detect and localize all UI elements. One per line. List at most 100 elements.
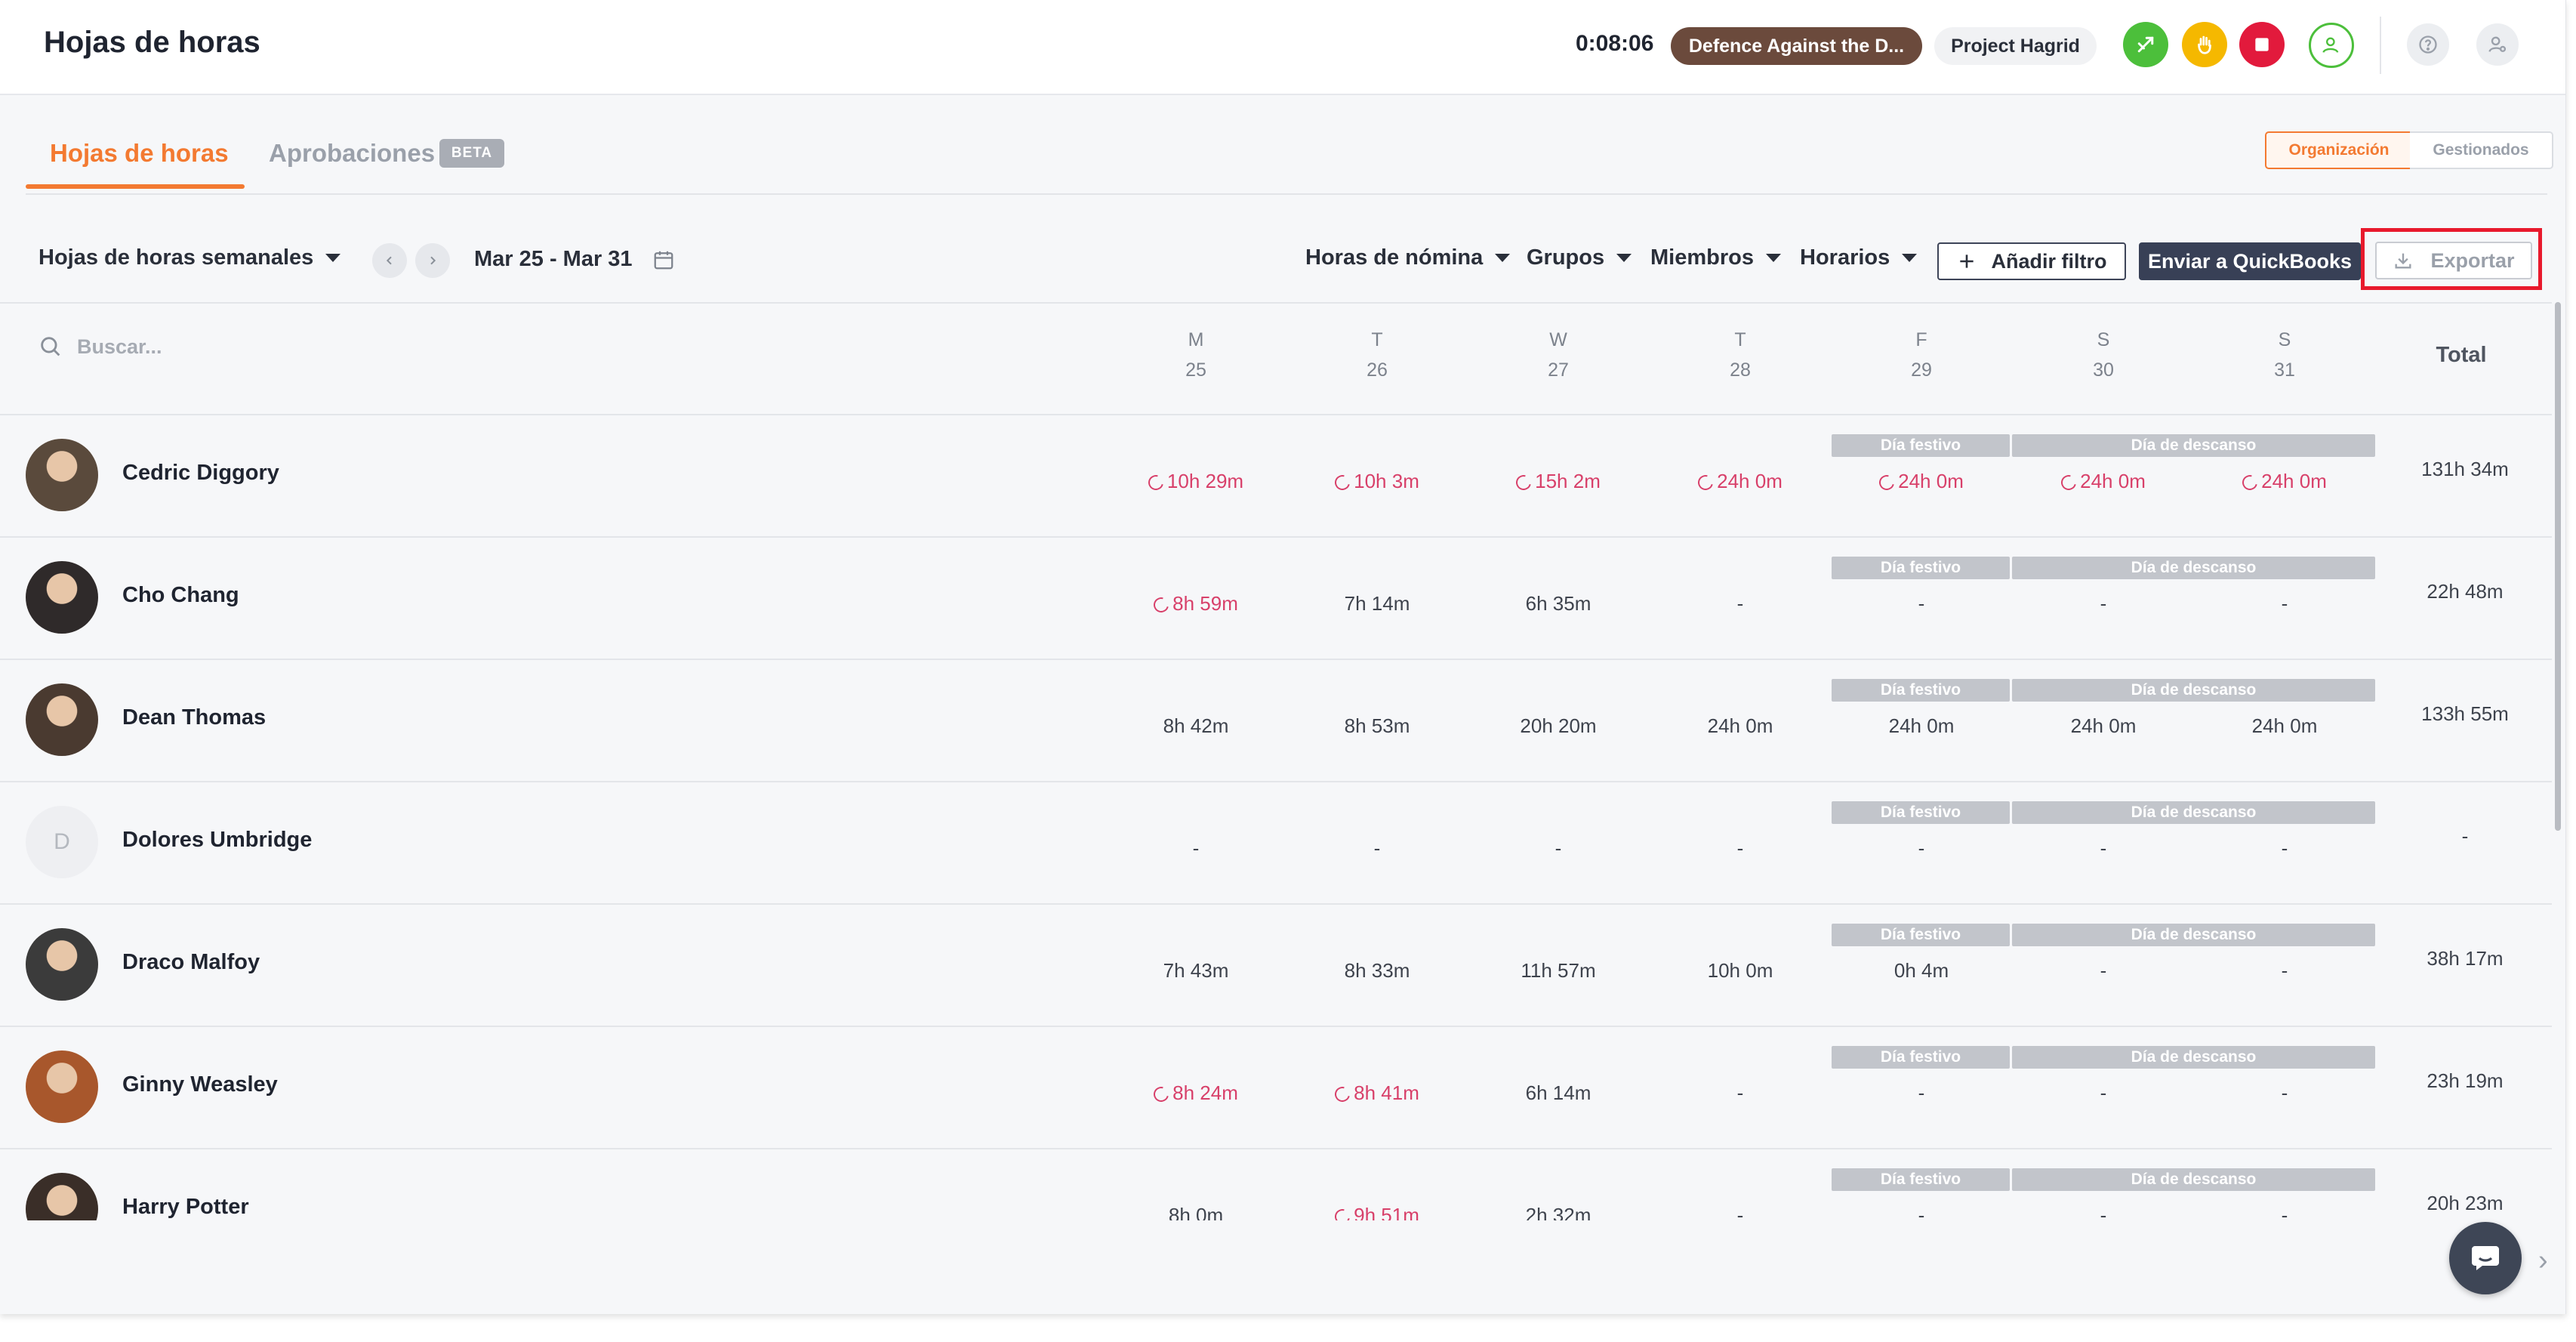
search-box[interactable]: Buscar... [38, 334, 162, 359]
add-filter-button[interactable]: Añadir filtro [1937, 242, 2126, 280]
switch-task-button[interactable] [2123, 22, 2168, 67]
member-name[interactable]: Ginny Weasley [122, 1072, 278, 1097]
header-divider [2380, 17, 2381, 74]
day-hours-cell[interactable]: - [2209, 592, 2360, 615]
day-hours-cell[interactable]: 24h 0m [1665, 714, 1816, 738]
table-row[interactable]: Cho Chang Día festivo Día de descanso 8h 59… [0, 536, 2552, 660]
day-hours-cell[interactable]: - [2209, 1081, 2360, 1105]
day-hours-cell[interactable]: - [2028, 837, 2179, 860]
filter-payroll-hours[interactable]: Horas de nómina [1305, 245, 1511, 270]
day-hours-cell[interactable]: - [1483, 837, 1634, 860]
user-status-button[interactable] [2309, 23, 2354, 68]
member-name[interactable]: Cedric Diggory [122, 461, 279, 486]
table-row[interactable]: Cedric Diggory Día festivo Día de descanso… [0, 414, 2552, 538]
day-hours-cell[interactable]: - [1846, 1204, 1997, 1220]
day-hours-cell[interactable]: 10h 29m [1120, 470, 1271, 493]
day-hours-cell[interactable]: 7h 14m [1302, 592, 1453, 615]
table-row[interactable]: Harry Potter Día festivo Día de descanso 8h… [0, 1148, 2552, 1220]
day-hours-cell[interactable]: - [2028, 1204, 2179, 1220]
stop-timer-button[interactable] [2239, 22, 2285, 67]
day-hours-cell[interactable]: - [2209, 959, 2360, 983]
day-hours-cell[interactable]: 6h 14m [1483, 1081, 1634, 1105]
vertical-scrollbar[interactable] [2555, 302, 2561, 831]
view-select[interactable]: Hojas de horas semanales [39, 245, 341, 270]
current-project-pill[interactable]: Project Hagrid [1934, 27, 2097, 65]
export-button[interactable]: Exportar [2375, 242, 2532, 279]
day-hours-cell[interactable]: 9h 51m [1302, 1204, 1453, 1220]
filter-groups[interactable]: Grupos [1527, 245, 1632, 270]
member-name[interactable]: Dolores Umbridge [122, 828, 312, 853]
member-name[interactable]: Draco Malfoy [122, 950, 260, 975]
organization-toggle[interactable]: Organización [2265, 131, 2413, 169]
day-hours-cell[interactable]: 8h 42m [1120, 714, 1271, 738]
day-hours-cell[interactable]: 7h 43m [1120, 959, 1271, 983]
day-hours-cell[interactable]: - [1665, 837, 1816, 860]
day-number: 29 [1911, 359, 1932, 381]
day-hours-cell[interactable]: - [1846, 837, 1997, 860]
overtime-icon [1332, 1206, 1353, 1220]
next-week-button[interactable] [415, 243, 450, 278]
tab-timesheets[interactable]: Hojas de horas [50, 139, 229, 168]
day-hours-cell[interactable]: 24h 0m [2028, 470, 2179, 493]
day-header: S 30 [2058, 325, 2149, 385]
day-hours-cell[interactable]: 10h 0m [1665, 959, 1816, 983]
day-hours-cell[interactable]: - [2028, 592, 2179, 615]
day-hours-cell[interactable]: 2h 32m [1483, 1204, 1634, 1220]
day-hours-cell[interactable]: 8h 59m [1120, 592, 1271, 615]
member-name[interactable]: Harry Potter [122, 1195, 249, 1220]
day-hours-cell[interactable]: - [1846, 1081, 1997, 1105]
day-hours-cell[interactable]: 10h 3m [1302, 470, 1453, 493]
day-hours-cell[interactable]: 24h 0m [1846, 470, 1997, 493]
help-button[interactable] [2407, 23, 2449, 66]
day-hours-cell[interactable]: - [1665, 1081, 1816, 1105]
day-hours-cell[interactable]: - [1665, 592, 1816, 615]
day-hours-cell[interactable]: - [2028, 1081, 2179, 1105]
avatar [26, 683, 98, 756]
day-hours-cell[interactable]: 8h 24m [1120, 1081, 1271, 1105]
filter-members[interactable]: Miembros [1650, 245, 1781, 270]
day-hours-cell[interactable]: 6h 35m [1483, 592, 1634, 615]
day-hours-cell[interactable]: 20h 20m [1483, 714, 1634, 738]
chevron-right-icon[interactable]: › [2538, 1245, 2548, 1277]
day-hours-cell[interactable]: - [2028, 959, 2179, 983]
overtime-icon [2058, 472, 2079, 493]
table-row[interactable]: Draco Malfoy Día festivo Día de descanso 7h… [0, 903, 2552, 1027]
day-hours-cell[interactable]: - [1846, 592, 1997, 615]
day-hours-cell[interactable]: 15h 2m [1483, 470, 1634, 493]
day-hours-cell[interactable]: 11h 57m [1483, 959, 1634, 983]
hours-value: - [2100, 837, 2107, 859]
search-input[interactable]: Buscar... [77, 335, 162, 359]
day-hours-cell[interactable]: 24h 0m [2209, 470, 2360, 493]
hours-value: - [2281, 592, 2288, 615]
day-hours-cell[interactable]: - [1302, 837, 1453, 860]
send-to-quickbooks-button[interactable]: Enviar a QuickBooks [2139, 242, 2361, 280]
hours-value: - [2100, 1204, 2107, 1220]
table-row[interactable]: Dean Thomas Día festivo Día de descanso 8h … [0, 659, 2552, 782]
day-hours-cell[interactable]: 8h 33m [1302, 959, 1453, 983]
day-hours-cell[interactable]: 8h 53m [1302, 714, 1453, 738]
break-button[interactable] [2182, 22, 2227, 67]
day-hours-cell[interactable]: 0h 4m [1846, 959, 1997, 983]
day-hours-cell[interactable]: 24h 0m [1665, 470, 1816, 493]
current-task-pill[interactable]: Defence Against the D... [1671, 27, 1922, 65]
chat-button[interactable] [2449, 1222, 2522, 1294]
prev-week-button[interactable] [372, 243, 407, 278]
day-hours-cell[interactable]: - [1665, 1204, 1816, 1220]
filter-schedules[interactable]: Horarios [1800, 245, 1918, 270]
day-hours-cell[interactable]: - [1120, 837, 1271, 860]
day-hours-cell[interactable]: - [2209, 1204, 2360, 1220]
day-hours-cell[interactable]: - [2209, 837, 2360, 860]
table-row[interactable]: Ginny Weasley Día festivo Día de descanso 8… [0, 1026, 2552, 1149]
date-range-picker[interactable]: Mar 25 - Mar 31 [474, 247, 675, 272]
member-name[interactable]: Dean Thomas [122, 705, 266, 730]
day-hours-cell[interactable]: 8h 41m [1302, 1081, 1453, 1105]
settings-button[interactable] [2476, 23, 2519, 66]
tab-approvals[interactable]: Aprobaciones [269, 139, 435, 168]
managed-toggle[interactable]: Gestionados [2410, 131, 2553, 169]
day-hours-cell[interactable]: 24h 0m [2028, 714, 2179, 738]
table-row[interactable]: D Dolores Umbridge Día festivo Día de desca… [0, 781, 2552, 905]
day-hours-cell[interactable]: 24h 0m [2209, 714, 2360, 738]
member-name[interactable]: Cho Chang [122, 583, 239, 608]
day-hours-cell[interactable]: 24h 0m [1846, 714, 1997, 738]
day-hours-cell[interactable]: 8h 0m [1120, 1204, 1271, 1220]
